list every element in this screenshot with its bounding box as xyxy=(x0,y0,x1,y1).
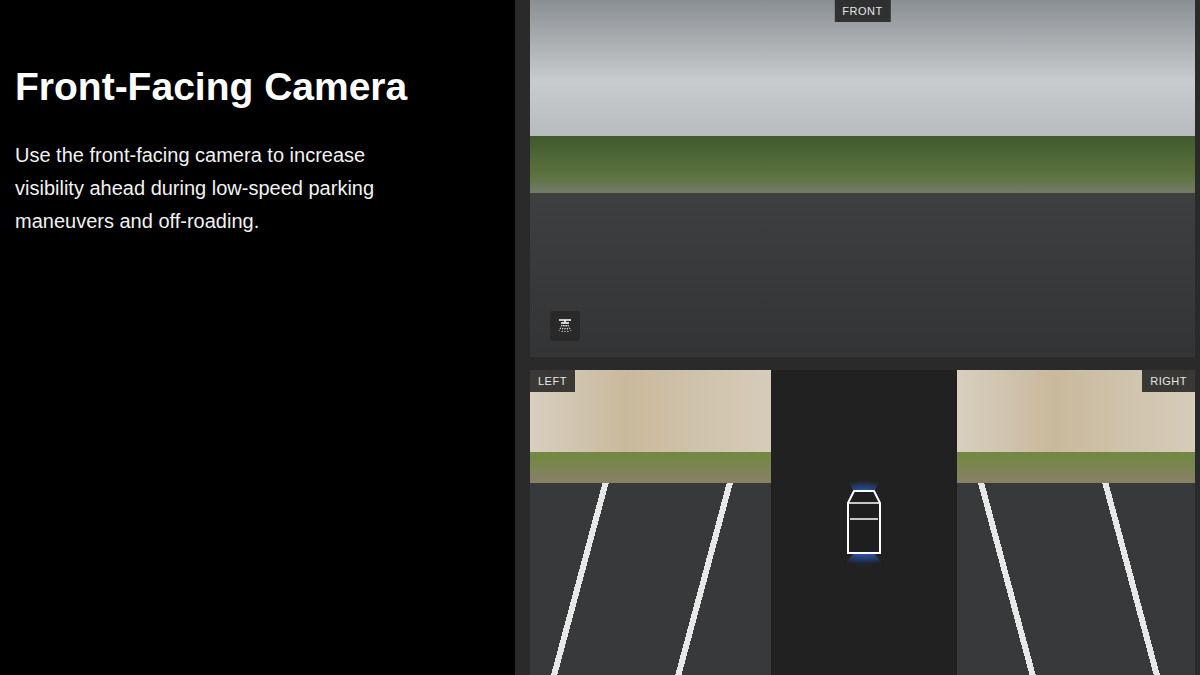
slide-description: Use the front-facing camera to increase … xyxy=(15,139,385,238)
info-panel: Front-Facing Camera Use the front-facing … xyxy=(0,0,515,675)
front-camera-view: FRONT xyxy=(530,0,1195,357)
camera-label: FRONT xyxy=(834,0,890,22)
right-camera-view: RIGHT xyxy=(957,370,1195,675)
left-camera-view: LEFT xyxy=(530,370,771,675)
washer-spray-icon xyxy=(556,317,574,335)
camera-screen: FRONT LEFT RIGHT xyxy=(515,0,1200,675)
vehicle-top-view-icon xyxy=(814,463,914,583)
slide-title: Front-Facing Camera xyxy=(15,64,495,111)
right-camera-image xyxy=(957,370,1195,675)
front-camera-image xyxy=(530,0,1195,357)
camera-wash-button[interactable] xyxy=(550,311,580,341)
left-camera-image xyxy=(530,370,771,675)
camera-label: RIGHT xyxy=(1142,370,1195,392)
camera-label: LEFT xyxy=(530,370,575,392)
vehicle-indicator xyxy=(771,370,957,675)
slide: Front-Facing Camera Use the front-facing … xyxy=(0,0,1200,675)
